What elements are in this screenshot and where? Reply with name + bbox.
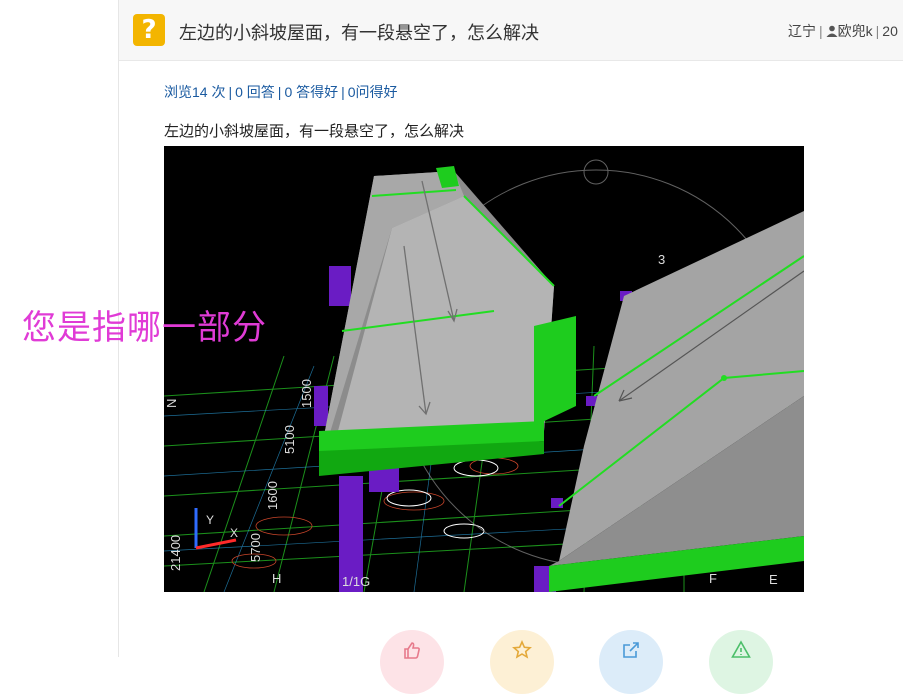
question-mark-icon: ? [133,14,165,46]
question-header: ? 左边的小斜坡屋面，有一段悬空了，怎么解决 辽宁 | 欧兜k | 20 [119,0,903,61]
warning-icon [731,640,751,658]
cad-label-axis-e: E [769,572,778,587]
share-button[interactable] [599,630,663,694]
region-label[interactable]: 辽宁 [788,23,816,39]
annotation-note: 您是指哪一部分 [22,308,267,348]
cad-label-axis-n: N [164,399,179,408]
date-fragment: 20 [882,23,898,39]
star-icon [512,640,532,659]
thumbs-up-icon [404,642,420,659]
cad-label-axis-f: F [709,571,717,586]
question-body-text: 左边的小斜坡屋面，有一段悬空了，怎么解决 [164,123,465,140]
ucs-label-y: Y [206,513,214,527]
cad-label-axis-3: 3 [658,252,665,267]
cad-label-axis-h: H [272,571,281,586]
like-button[interactable] [380,630,444,694]
favorite-button[interactable] [490,630,554,694]
question-stats: 浏览14 次 | 0 回答 | 0 答得好 | 0问得好 [164,84,398,100]
answers-count[interactable]: 0 回答 [235,84,275,100]
username-link[interactable]: 欧兜k [838,23,873,39]
cad-label-axis-1-1g: 1/1G [342,574,370,589]
share-icon [623,642,639,658]
question-title: 左边的小斜坡屋面，有一段悬空了，怎么解决 [179,23,539,43]
cad-label-21400: 21400 [168,535,183,571]
cad-screenshot-image: 1500 5100 1600 5700 21400 1/1G H F E 3 N… [164,146,804,592]
cad-label-5100: 5100 [282,425,297,454]
ucs-axis-icon: Y X [194,508,238,550]
asked-good-count[interactable]: 0问得好 [348,84,398,100]
user-icon [826,25,838,37]
views-count: 浏览14 次 [164,84,226,100]
cad-label-1600: 1600 [265,481,280,510]
question-meta: 辽宁 | 欧兜k | 20 [788,23,898,39]
cad-label-1500: 1500 [299,379,314,408]
ucs-label-x: X [230,526,238,540]
report-button[interactable] [709,630,773,694]
good-answers-count[interactable]: 0 答得好 [284,84,338,100]
cad-label-5700: 5700 [248,533,263,562]
